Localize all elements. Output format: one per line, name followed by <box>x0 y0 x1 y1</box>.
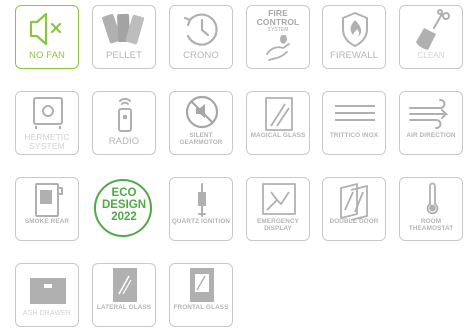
emergency-display-tile[interactable]: EMERGENCY DISPLAY <box>246 177 310 241</box>
system-title: SYSTEM <box>267 27 289 33</box>
radio-tile[interactable]: RADIO <box>92 91 156 155</box>
quartz-ignition-tile[interactable]: QUARTZ IGNITION <box>169 177 233 241</box>
glass-panel-icon <box>247 92 311 156</box>
tile-label: ROOM THEAMOSTAT <box>408 218 454 232</box>
stove-lateral-icon <box>93 264 157 328</box>
design-line: DESIGN <box>101 199 147 211</box>
quartz-igniter-icon <box>170 178 234 242</box>
tile-label: CLEAN <box>417 51 445 60</box>
magical-glass-tile[interactable]: MAGICAL GLASS <box>246 91 310 155</box>
tile-label: SILENT GEARMOTOR <box>179 132 223 146</box>
tile-label: ASH DRAWER <box>22 310 72 317</box>
air-flow-icon <box>400 92 464 156</box>
ash-drawer-tile[interactable]: ASH DRAWER <box>15 263 79 327</box>
ash-drawer-icon <box>16 264 80 328</box>
smoke-rear-tile[interactable]: SMOKE REAR <box>15 177 79 241</box>
tile-label: FIREWALL <box>330 50 378 61</box>
tile-label: RADIO <box>108 136 140 147</box>
air-direction-tile[interactable]: AIR DIRECTION <box>399 91 463 155</box>
tile-label: NO FAN <box>29 50 65 61</box>
pellet-tile[interactable]: PELLET <box>92 5 156 69</box>
lateral-glass-tile[interactable]: LATERAL GLASS <box>92 263 156 327</box>
silent-gearmotor-tile[interactable]: SILENT GEARMOTOR <box>169 91 233 155</box>
control-title: CONTROL <box>256 17 300 27</box>
tile-label: CRONO <box>183 50 219 61</box>
tile-label: FRONTAL GLASS <box>173 304 229 311</box>
tile-label: EMERGENCY DISPLAY <box>256 218 300 232</box>
eco-line: ECO <box>111 187 137 199</box>
tile-label: MAGICAL GLASS <box>250 132 306 139</box>
tile-label: LATERAL GLASS <box>96 304 152 311</box>
tile-label: AIR DIRECTION <box>406 132 456 139</box>
double-door-icon <box>323 178 387 242</box>
tile-label: QUARTZ IGNITION <box>171 218 231 225</box>
triple-lines-icon <box>323 92 387 156</box>
crono-tile[interactable]: CRONO <box>169 5 233 69</box>
year-line: 2022 <box>111 211 137 223</box>
double-door-tile[interactable]: DOUBLE DOOR <box>322 177 386 241</box>
stove-rear-icon <box>16 178 80 242</box>
broom-icon <box>400 6 464 70</box>
tile-label: HERMETIC SYSTEM <box>24 132 70 151</box>
fire-control-tile[interactable]: FIRE CONTROL SYSTEM <box>246 5 310 69</box>
tile-label: SMOKE REAR <box>24 218 70 225</box>
no-fan-tile[interactable]: NO FAN <box>15 5 79 69</box>
stove-frontal-icon <box>170 264 234 328</box>
tile-label: TRITTICO INOX <box>329 132 379 139</box>
clean-tile[interactable]: CLEAN <box>399 5 463 69</box>
tile-label: DOUBLE DOOR <box>329 218 379 225</box>
firewall-tile[interactable]: FIREWALL <box>322 5 386 69</box>
room-thermostat-tile[interactable]: ROOM THEAMOSTAT <box>399 177 463 241</box>
eco-design-badge: ECO DESIGN 2022 <box>92 177 156 241</box>
tile-label: PELLET <box>106 50 142 61</box>
trittico-inox-tile[interactable]: TRITTICO INOX <box>322 91 386 155</box>
frontal-glass-tile[interactable]: FRONTAL GLASS <box>169 263 233 327</box>
hermetic-system-tile[interactable]: HERMETIC SYSTEM <box>15 91 79 155</box>
